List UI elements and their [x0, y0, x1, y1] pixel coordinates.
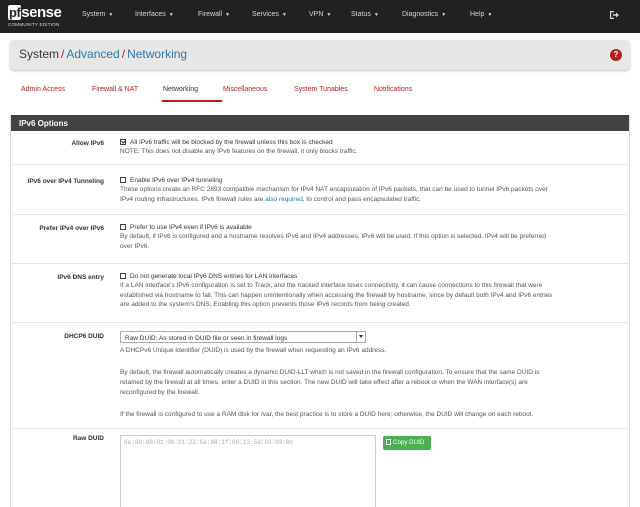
- chevron-down-icon: ▼: [487, 12, 493, 18]
- top-navbar: pfsense COMMUNITY EDITION System ▼ Interf…: [0, 0, 640, 33]
- prefer-ipv4-help-line1: By default, if IPv6 is configured and a …: [120, 233, 546, 241]
- breadcrumb-networking[interactable]: Networking: [127, 47, 187, 61]
- tab-networking[interactable]: Networking: [163, 86, 198, 93]
- ipv6-dns-text: Do not generate local IPv6 DNS entries f…: [130, 273, 298, 280]
- copy-duid-button[interactable]: Copy DUID: [383, 436, 431, 450]
- allow-ipv6-text: All IPv6 traffic will be blocked by the …: [130, 139, 333, 146]
- tab-admin-access[interactable]: Admin Access: [21, 86, 65, 93]
- dhcp6-duid-help-line2: By default, the firewall automatically c…: [120, 369, 540, 376]
- ipv6-over-ipv4-option[interactable]: Enable IPv6 over IPv4 tunneling: [120, 176, 620, 185]
- allow-ipv6-checkbox[interactable]: [120, 138, 126, 145]
- active-tab-indicator: [162, 100, 222, 102]
- dhcp6-duid-help-line4: reconfigured by the firewall.: [120, 389, 200, 396]
- tab-firewall-nat[interactable]: Firewall & NAT: [92, 86, 138, 93]
- label-ipv6-dns-entry: IPv6 DNS entry: [57, 274, 104, 281]
- ipv6-dns-help-line3: are added to the system's DNS. Enabling …: [120, 301, 411, 309]
- raw-duid-textarea[interactable]: 0e:00:00:01:00:01:22:6a:98:1f:00:13:5d:0…: [120, 435, 376, 507]
- panel-heading: IPv6 Options: [11, 115, 629, 131]
- nav-menu-interfaces[interactable]: Interfaces ▼: [135, 11, 174, 18]
- row-raw-duid: Raw DUID 0e:00:00:01:00:01:22:6a:98:1f:0…: [11, 429, 629, 507]
- chevron-down-icon: ▼: [168, 12, 174, 18]
- nav-menu-services[interactable]: Services ▼: [252, 11, 287, 18]
- nav-menu-system[interactable]: System ▼: [82, 11, 113, 18]
- label-allow-ipv6: Allow IPv6: [71, 140, 104, 147]
- nav-menu-vpn[interactable]: VPN ▼: [309, 11, 331, 18]
- ipv6-over-ipv4-text: Enable IPv6 over IPv4 tunneling: [130, 177, 223, 184]
- logout-icon[interactable]: [608, 9, 620, 21]
- chevron-down-icon: ▼: [373, 12, 379, 18]
- pfsense-logo[interactable]: pfsense COMMUNITY EDITION: [8, 4, 68, 30]
- chevron-down-icon: ▼: [441, 12, 447, 18]
- copy-icon: [386, 439, 391, 445]
- allow-ipv6-note: NOTE: This does not disable any IPv6 fea…: [120, 148, 358, 156]
- row-ipv6-dns-entry: IPv6 DNS entry Do not generate local IPv…: [11, 264, 629, 323]
- row-prefer-ipv4: Prefer IPv4 over IPv6 Prefer to use IPv4…: [11, 215, 629, 264]
- tab-miscellaneous[interactable]: Miscellaneous: [223, 86, 267, 93]
- help-icon[interactable]: ?: [610, 49, 622, 61]
- chevron-down-icon: ▼: [326, 12, 332, 18]
- tab-notifications[interactable]: Notifications: [374, 86, 412, 93]
- chevron-down-icon: ▼: [225, 12, 231, 18]
- chevron-down-icon: [356, 332, 365, 342]
- dhcp6-duid-help-line3: retained by the firewall at all times, e…: [120, 379, 528, 386]
- prefer-ipv4-text: Prefer to use IPv4 even if IPv6 is avail…: [130, 224, 252, 231]
- breadcrumb-separator: /: [61, 47, 65, 61]
- ipv6-over-ipv4-checkbox[interactable]: [120, 176, 126, 183]
- row-allow-ipv6: Allow IPv6 All IPv6 traffic will be bloc…: [11, 131, 629, 165]
- ipv6-over-ipv4-help-line1: These options create an RFC 2893 compati…: [120, 186, 548, 194]
- label-raw-duid: Raw DUID: [72, 435, 104, 442]
- nav-menu-firewall[interactable]: Firewall ▼: [198, 11, 230, 18]
- logo-edition: COMMUNITY EDITION: [8, 22, 60, 27]
- also-required-link[interactable]: also required: [265, 196, 303, 203]
- duid-type-select[interactable]: Raw DUID: As stored in DUID file or seen…: [120, 331, 366, 343]
- breadcrumb: System / Advanced / Networking: [19, 47, 187, 61]
- ipv6-over-ipv4-help-line2: IPv4 routing infrastructures. IPv6 firew…: [120, 195, 422, 203]
- allow-ipv6-option[interactable]: All IPv6 traffic will be blocked by the …: [120, 138, 620, 147]
- dhcp6-duid-help-line1: A DHCPv6 Unique Identifier (DUID) is use…: [120, 347, 387, 354]
- breadcrumb-system: System: [19, 47, 60, 61]
- ipv6-dns-help-line2: established via hostname to fail. This c…: [120, 291, 553, 299]
- dhcp6-duid-help-line5: If the firewall is configured to use a R…: [120, 411, 534, 418]
- settings-tabs: Admin Access Firewall & NAT Networking M…: [10, 77, 630, 104]
- ipv6-dns-option[interactable]: Do not generate local IPv6 DNS entries f…: [120, 272, 620, 281]
- breadcrumb-separator: /: [121, 47, 126, 61]
- breadcrumb-bar: System / Advanced / Networking ?: [10, 40, 630, 70]
- breadcrumb-advanced[interactable]: Advanced: [66, 47, 119, 61]
- row-ipv6-over-ipv4: IPv6 over IPv4 Tunneling Enable IPv6 ove…: [11, 165, 629, 215]
- label-ipv6-over-ipv4: IPv6 over IPv4 Tunneling: [27, 178, 104, 185]
- logo-wordmark: pfsense: [8, 4, 62, 21]
- tab-system-tunables[interactable]: System Tunables: [294, 86, 348, 93]
- ipv6-dns-help-line1: If a LAN interface's IPv6 configuration …: [120, 282, 543, 290]
- row-dhcp6-duid: DHCP6 DUID Raw DUID: As stored in DUID f…: [11, 323, 629, 429]
- chevron-down-icon: ▼: [281, 12, 287, 18]
- prefer-ipv4-help-line2: over IPv6.: [120, 242, 150, 250]
- nav-menu-status[interactable]: Status ▼: [351, 11, 379, 18]
- ipv6-dns-checkbox[interactable]: [120, 272, 126, 279]
- ipv6-options-panel: IPv6 Options Allow IPv6 All IPv6 traffic…: [10, 115, 630, 507]
- chevron-down-icon: ▼: [108, 12, 114, 18]
- nav-menu-diagnostics[interactable]: Diagnostics ▼: [402, 11, 446, 18]
- label-prefer-ipv4: Prefer IPv4 over IPv6: [39, 225, 104, 232]
- prefer-ipv4-checkbox[interactable]: [120, 223, 126, 230]
- prefer-ipv4-option[interactable]: Prefer to use IPv4 even if IPv6 is avail…: [120, 223, 620, 232]
- nav-menu-help[interactable]: Help ▼: [470, 11, 492, 18]
- label-dhcp6-duid: DHCP6 DUID: [64, 333, 104, 340]
